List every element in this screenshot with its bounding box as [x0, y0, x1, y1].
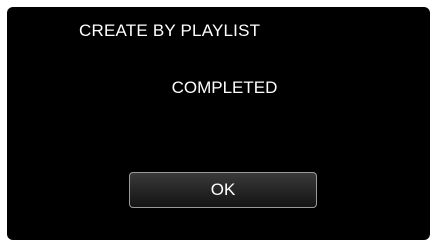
- device-screen: CREATE BY PLAYLIST COMPLETED OK: [0, 0, 437, 247]
- ok-button[interactable]: OK: [129, 172, 317, 208]
- dialog-panel: CREATE BY PLAYLIST COMPLETED OK: [7, 7, 430, 240]
- dialog-title: CREATE BY PLAYLIST: [79, 21, 261, 40]
- status-message: COMPLETED: [171, 78, 278, 97]
